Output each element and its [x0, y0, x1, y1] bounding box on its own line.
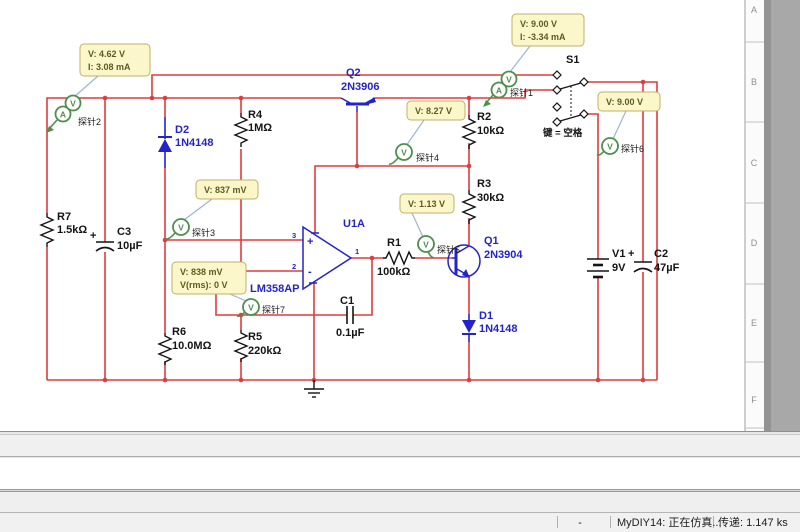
probe-v-letter: V: [607, 142, 613, 152]
probe-voltage: V: 9.00 V: [606, 97, 643, 107]
probe-vrms: V(rms): 0 V: [180, 280, 228, 290]
status-bar: - MyDIY14: 正在仿真... 传递: 1.147 ks: [0, 513, 800, 532]
component-ref[interactable]: U1A: [343, 218, 365, 230]
docked-panel-bottom: [0, 492, 800, 512]
sheet-row-label: F: [751, 395, 757, 405]
component-ref[interactable]: R5: [248, 331, 262, 343]
sheet-row-label: E: [751, 318, 757, 328]
component-ref[interactable]: C2: [654, 248, 668, 260]
component-ref[interactable]: R7: [57, 211, 71, 223]
probe-label: 探针4: [416, 152, 439, 163]
probe-v-letter: V: [248, 303, 254, 313]
probe-label: 探针5: [437, 244, 460, 255]
component-value[interactable]: 2N3906: [341, 81, 380, 93]
component-value[interactable]: 1MΩ: [248, 122, 272, 134]
probe-voltage: V: 1.13 V: [408, 199, 445, 209]
component-value[interactable]: 0.1µF: [336, 327, 365, 339]
probe-label: 探针1: [510, 87, 533, 98]
component-ref[interactable]: R4: [248, 109, 263, 121]
component-value[interactable]: 30kΩ: [477, 192, 504, 204]
component-ref[interactable]: Q1: [484, 235, 499, 247]
probe-label: 探针3: [192, 227, 215, 238]
component-ref[interactable]: R1: [387, 237, 401, 249]
component-value[interactable]: 2N3904: [484, 249, 523, 261]
canvas-shadow: [764, 0, 771, 431]
probe-label: 探针2: [78, 116, 101, 127]
probe-current: I: 3.08 mA: [88, 62, 131, 72]
component-value[interactable]: 1.5kΩ: [57, 224, 87, 236]
probe-v-letter: V: [178, 223, 184, 233]
status-placeholder: -: [578, 517, 582, 529]
probe-balloon-1[interactable]: V: 9.00 V I: -3.34 mA: [512, 14, 584, 46]
probe-voltage: V: 837 mV: [204, 185, 247, 195]
component-ref[interactable]: C3: [117, 226, 131, 238]
cap-polarity-plus: +: [628, 248, 634, 260]
component-ref[interactable]: D1: [479, 310, 493, 322]
probe-v-letter: V: [506, 75, 512, 85]
probe-voltage: V: 8.27 V: [415, 106, 452, 116]
component-value[interactable]: 10µF: [117, 240, 143, 252]
status-elapsed: 传递: 1.147 ks: [718, 515, 788, 529]
probe-balloon-5[interactable]: V: 1.13 V: [400, 194, 454, 213]
probe-balloon-2[interactable]: V: 4.62 V I: 3.08 mA: [80, 44, 150, 76]
component-ref[interactable]: R2: [477, 111, 491, 123]
component-value[interactable]: 10.0MΩ: [172, 340, 212, 352]
component-ref[interactable]: S1: [566, 54, 579, 66]
status-separator: [557, 516, 558, 528]
cap-polarity-plus: +: [90, 230, 96, 242]
sheet-row-label: A: [751, 5, 757, 15]
probe-label: 探针7: [262, 304, 285, 315]
probe-current: I: -3.34 mA: [520, 32, 566, 42]
probe-v-letter: V: [70, 99, 76, 109]
component-value[interactable]: 100kΩ: [377, 266, 410, 278]
docked-panel-top: [0, 435, 800, 456]
sheet-border-column: A B C D E F: [745, 0, 764, 431]
sheet-row-label: B: [751, 77, 757, 87]
status-separator: [610, 516, 611, 528]
component-value[interactable]: 47µF: [654, 262, 680, 274]
component-value[interactable]: 1N4148: [175, 137, 214, 149]
probe-a-letter: A: [496, 86, 502, 96]
component-ref[interactable]: D2: [175, 124, 189, 136]
component-ref[interactable]: V1: [612, 248, 625, 260]
component-value[interactable]: 9V: [612, 262, 626, 274]
probe-balloon-6[interactable]: V: 9.00 V: [598, 92, 660, 111]
probe-label: 探针6: [621, 143, 644, 154]
sheet-row-label: D: [751, 238, 758, 248]
probe-balloon-3[interactable]: V: 837 mV: [196, 180, 258, 199]
status-simulation: MyDIY14: 正在仿真...: [617, 515, 722, 529]
component-value[interactable]: 1N4148: [479, 323, 518, 335]
component-ref[interactable]: R6: [172, 326, 186, 338]
probe-balloon-7[interactable]: V: 838 mV V(rms): 0 V: [172, 262, 246, 294]
pin-number-2: 2: [292, 262, 296, 271]
opamp-minus: -: [308, 266, 312, 278]
probe-balloon-4[interactable]: V: 8.27 V: [407, 101, 465, 120]
probe-voltage: V: 838 mV: [180, 267, 223, 277]
component-ref[interactable]: R3: [477, 178, 491, 190]
probe-voltage: V: 4.62 V: [88, 49, 125, 59]
opamp-plus: +: [307, 236, 313, 248]
component-ref[interactable]: Q2: [346, 67, 361, 79]
probe-v-letter: V: [423, 240, 429, 250]
component-ref[interactable]: C1: [340, 295, 354, 307]
docked-panel-middle: [0, 458, 800, 489]
component-value[interactable]: 10kΩ: [477, 125, 504, 137]
app-window: A B C D E F R: [0, 0, 800, 532]
sheet-border-strip: [745, 0, 764, 431]
pin-number-3: 3: [292, 231, 296, 240]
component-value[interactable]: 220kΩ: [248, 345, 281, 357]
probe-v-letter: V: [401, 148, 407, 158]
switch-key-hint: 键 = 空格: [542, 127, 583, 139]
pin-number-1: 1: [355, 247, 359, 256]
sheet-row-label: C: [751, 158, 758, 168]
bottom-panels: [0, 431, 800, 513]
component-part[interactable]: LM358AP: [250, 283, 300, 295]
schematic-canvas[interactable]: A B C D E F R: [0, 0, 800, 532]
probe-a-letter: A: [60, 110, 66, 120]
probe-voltage: V: 9.00 V: [520, 19, 557, 29]
